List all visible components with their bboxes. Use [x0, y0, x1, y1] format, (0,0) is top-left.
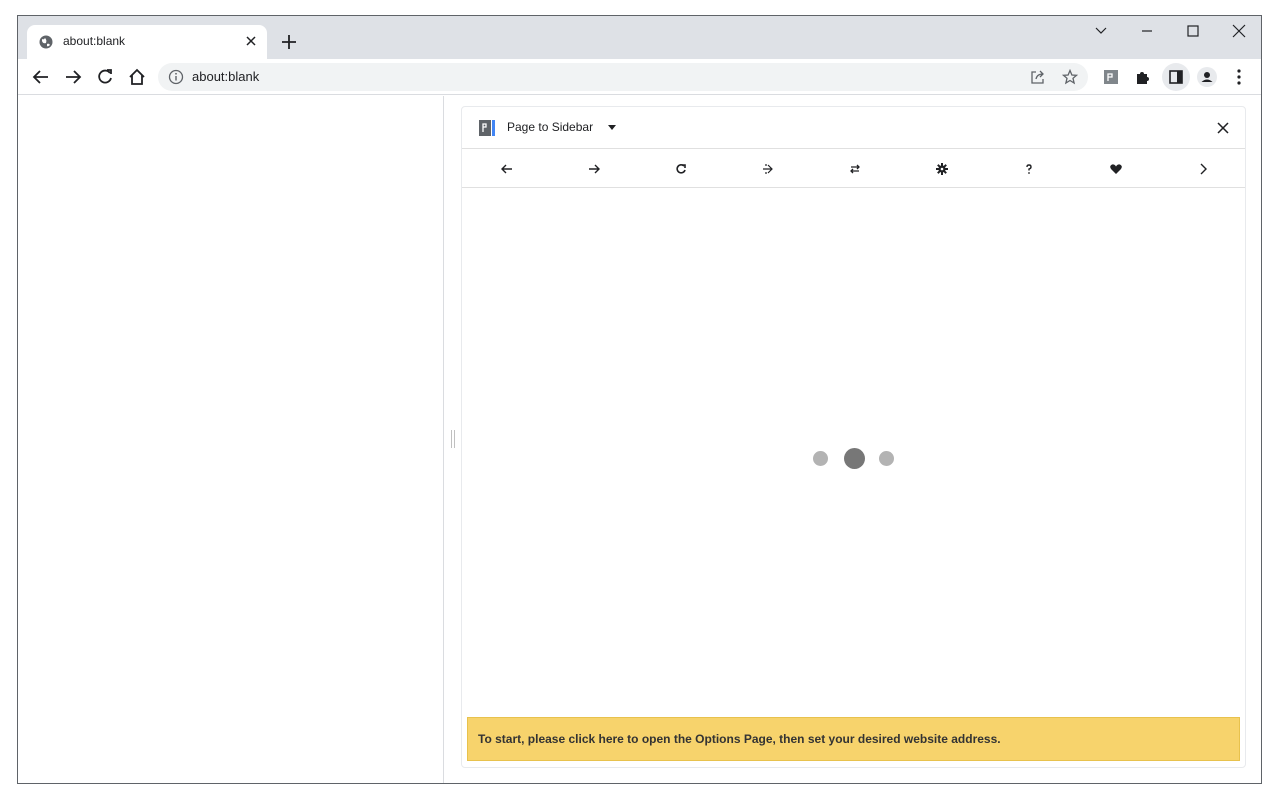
home-icon[interactable] — [126, 66, 148, 88]
swap-icon[interactable] — [848, 162, 862, 176]
chevron-right-icon[interactable] — [1196, 162, 1210, 176]
loading-dot — [844, 448, 865, 469]
profile-avatar-icon[interactable] — [1196, 66, 1218, 88]
close-side-panel-icon[interactable] — [1215, 120, 1231, 136]
browser-window: about:blank about:blank Page to Sidebar … — [17, 15, 1262, 784]
tab-title: about:blank — [63, 34, 126, 48]
options-banner[interactable]: To start, please click here to open the … — [467, 717, 1240, 761]
settings-gear-icon[interactable] — [935, 162, 949, 176]
side-panel-title[interactable]: Page to Sidebar — [507, 120, 593, 134]
loading-dot — [879, 451, 894, 466]
back-icon[interactable] — [30, 66, 52, 88]
banner-text[interactable]: To start, please click here to open the … — [478, 732, 1001, 746]
reload-icon[interactable] — [674, 162, 688, 176]
side-panel: Page to Sidebar To start, please click h… — [461, 106, 1246, 768]
browser-menu-icon[interactable] — [1228, 66, 1250, 88]
forward-icon[interactable] — [62, 66, 84, 88]
info-icon[interactable] — [168, 69, 184, 85]
maximize-icon[interactable] — [1178, 20, 1208, 42]
address-bar[interactable]: about:blank — [158, 63, 1088, 91]
close-window-icon[interactable] — [1224, 20, 1254, 42]
arrow-right-icon[interactable] — [587, 162, 601, 176]
globe-icon — [39, 35, 53, 49]
side-panel-toggle-icon[interactable] — [1162, 63, 1190, 91]
share-icon[interactable] — [1030, 69, 1046, 85]
loading-indicator — [812, 446, 898, 470]
side-panel-header: Page to Sidebar — [462, 107, 1245, 149]
go-to-url-icon[interactable] — [761, 162, 775, 176]
browser-tab[interactable]: about:blank — [27, 25, 267, 59]
side-panel-resize-handle[interactable] — [450, 430, 456, 448]
heart-icon[interactable] — [1109, 162, 1123, 176]
help-question-icon[interactable] — [1022, 162, 1036, 176]
close-tab-icon[interactable] — [243, 33, 259, 49]
minimize-icon[interactable] — [1132, 20, 1162, 42]
page-to-sidebar-logo-icon — [479, 120, 495, 136]
arrow-left-icon[interactable] — [500, 162, 514, 176]
address-bar-url: about:blank — [192, 69, 260, 84]
browser-toolbar: about:blank — [18, 59, 1261, 95]
page-content — [18, 96, 444, 783]
bookmark-star-icon[interactable] — [1062, 69, 1078, 85]
dropdown-arrow-icon[interactable] — [607, 124, 617, 132]
reload-icon[interactable] — [94, 66, 116, 88]
page-to-sidebar-extension-icon[interactable] — [1100, 66, 1122, 88]
side-panel-nav-bar — [462, 149, 1245, 188]
tab-search-icon[interactable] — [1086, 20, 1116, 42]
extensions-puzzle-icon[interactable] — [1132, 66, 1154, 88]
title-bar: about:blank — [18, 16, 1261, 59]
loading-dot — [813, 451, 828, 466]
new-tab-button[interactable] — [278, 31, 300, 53]
